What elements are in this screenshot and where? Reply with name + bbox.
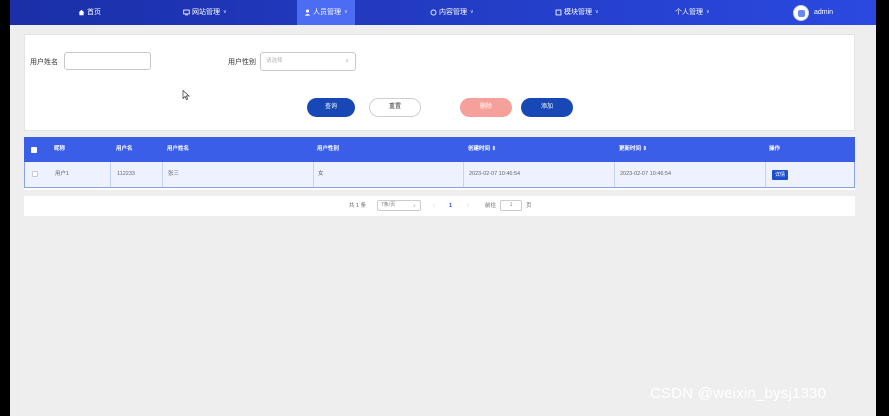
column-divider [614,162,615,187]
cell-nickname: 用户1 [55,171,70,177]
pagination-total: 共 1 条 [349,203,367,209]
column-divider [110,162,111,187]
monitor-icon [183,9,190,16]
delete-button[interactable]: 删除 [460,98,512,117]
chevron-down-icon: ∨ [470,9,474,15]
cell-username: 112233 [117,171,135,177]
table-header: 昵称 用户名 用户姓名 用户性别 创建时间 ⇕ 更新时间 ⇕ 操作 [24,137,855,162]
name-filter-label: 用户姓名 [30,59,58,66]
column-divider [313,162,314,187]
nav-item-content-label: 内容管理 [439,9,467,16]
select-all-checkbox[interactable] [31,147,37,153]
chevron-down-icon: ∨ [344,9,348,15]
detail-button[interactable]: 详情 [772,170,788,180]
nav-item-personnel-label: 人员管理 [313,9,341,16]
header-created-time[interactable]: 创建时间 ⇕ [468,137,496,162]
cell-updated-time: 2023-02-07 10:46:54 [620,171,672,177]
chevron-down-icon: ∨ [412,203,416,208]
gender-filter-label: 用户性别 [228,59,256,66]
current-page-number[interactable]: 1 [449,196,452,216]
top-nav-bar: 首页 网站管理 ∨ 人员管理 ∨ 内容管理 ∨ 模块管理 ∨ 个人管理 ∨ ad… [10,0,876,25]
column-divider [463,162,464,187]
chevron-down-icon: ∨ [223,9,227,15]
csdn-watermark: CSDN @weixin_bysj1330 [650,385,827,402]
page-size-value: 7条/页 [381,202,396,208]
module-icon [555,9,562,16]
video-frame-left [0,0,10,416]
gender-filter-placeholder: 请选择 [266,58,283,64]
admin-app: 首页 网站管理 ∨ 人员管理 ∨ 内容管理 ∨ 模块管理 ∨ 个人管理 ∨ ad… [10,0,876,416]
chevron-down-icon: ∨ [345,58,349,64]
nav-item-home-label: 首页 [87,9,101,16]
query-button[interactable]: 查询 [307,98,355,117]
chevron-down-icon: ∨ [595,9,599,15]
header-updated-time[interactable]: 更新时间 ⇕ [619,137,647,162]
table-row: 用户1 112233 张三 女 2023-02-07 10:46:54 2023… [24,162,855,188]
nav-item-personnel[interactable]: 人员管理 ∨ [297,0,355,25]
video-frame-right [876,0,889,416]
header-realname: 用户姓名 [167,146,190,152]
user-name[interactable]: admin [814,0,833,25]
mouse-cursor-icon [182,90,190,100]
user-table: 昵称 用户名 用户姓名 用户性别 创建时间 ⇕ 更新时间 ⇕ 操作 用户1 11… [24,137,855,190]
cell-gender: 女 [318,171,324,177]
nav-item-module[interactable]: 模块管理 ∨ [555,0,599,25]
goto-page-input[interactable]: 1 [500,200,522,211]
nav-item-content[interactable]: 内容管理 ∨ [430,0,474,25]
goto-label: 前往 [485,203,497,209]
prev-page-icon[interactable]: ‹ [433,196,435,216]
reset-button[interactable]: 重置 [369,98,421,117]
nav-item-home[interactable]: 首页 [78,0,101,25]
home-icon [78,9,85,16]
nav-item-website[interactable]: 网站管理 ∨ [183,0,227,25]
column-divider [162,162,163,187]
avatar[interactable] [793,5,809,21]
add-button[interactable]: 添加 [521,98,573,117]
chat-icon [430,9,437,16]
search-panel: 用户姓名 用户性别 请选择 ∨ 查询 重置 删除 添加 [24,34,855,131]
pagination: 共 1 条 7条/页 ∨ ‹ 1 › 前往 1 页 [24,196,855,216]
row-checkbox[interactable] [32,171,38,177]
user-icon [304,9,311,16]
cell-created-time: 2023-02-07 10:46:54 [469,171,521,177]
page-suffix: 页 [526,203,532,209]
column-divider [765,162,766,187]
nav-item-profile[interactable]: 个人管理 ∨ [675,0,710,25]
cell-realname: 张三 [168,171,180,177]
page-size-select[interactable]: 7条/页 ∨ [377,200,421,211]
gender-filter-select[interactable]: 请选择 ∨ [260,52,356,71]
next-page-icon[interactable]: › [467,196,469,216]
header-gender: 用户性别 [317,146,340,152]
name-filter-input[interactable] [64,52,151,70]
chevron-down-icon: ∨ [706,9,710,15]
nav-item-profile-label: 个人管理 [675,9,703,16]
nav-item-website-label: 网站管理 [192,9,220,16]
header-nickname: 昵称 [54,146,66,152]
header-username: 用户名 [116,146,133,152]
nav-item-module-label: 模块管理 [564,9,592,16]
header-actions: 操作 [769,146,781,152]
